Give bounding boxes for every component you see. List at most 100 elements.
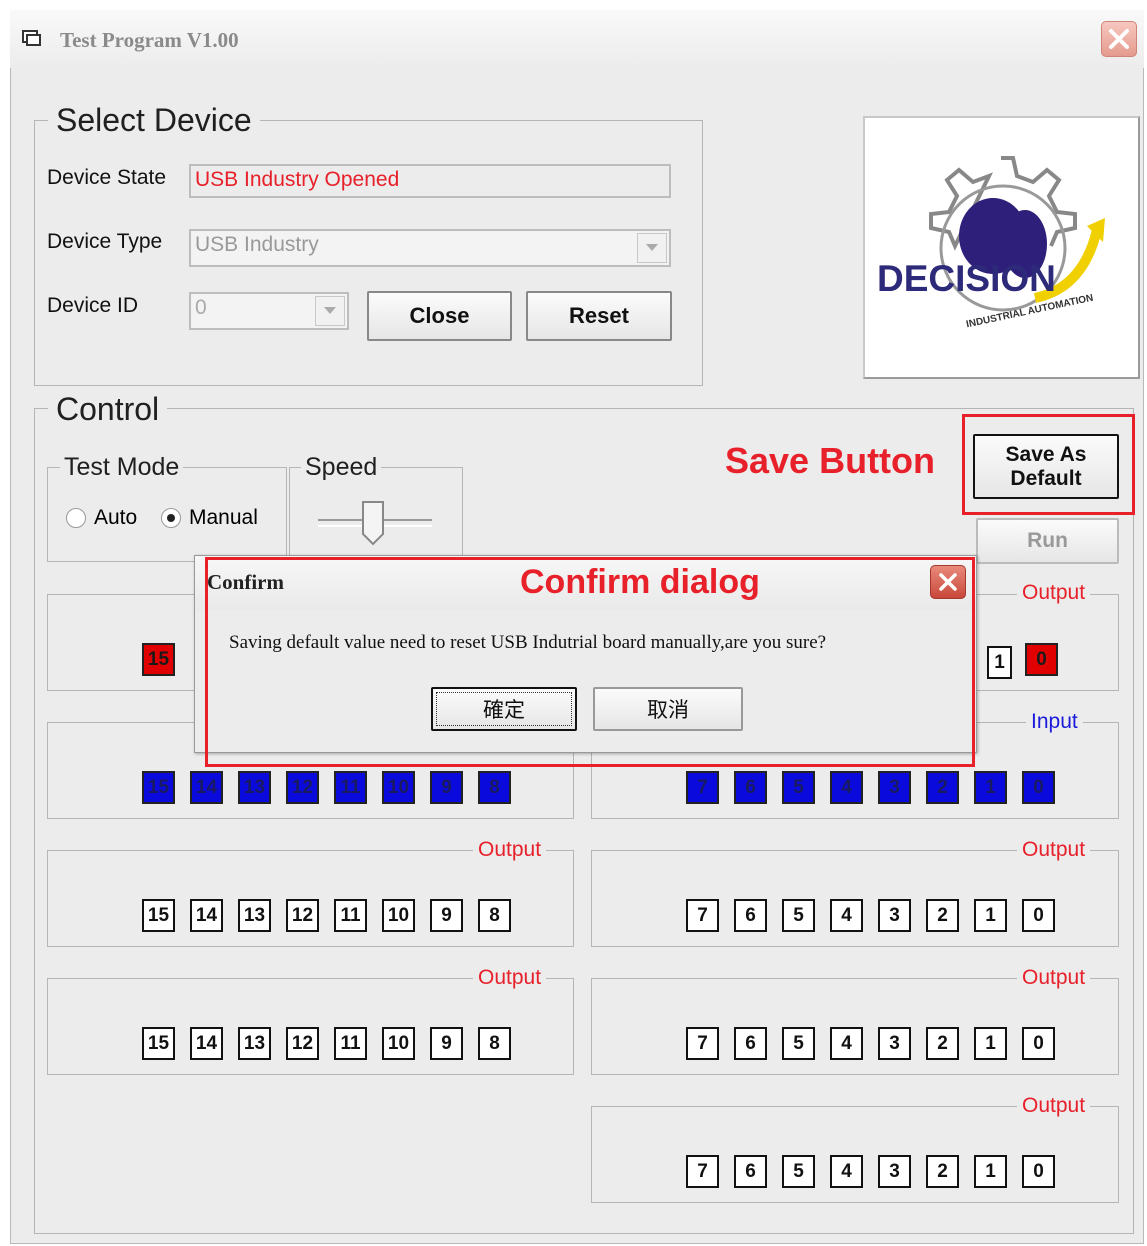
bit-10[interactable]: 10 [382,771,415,804]
device-type-label: Device Type [47,230,163,253]
device-id-label: Device ID [47,294,139,317]
close-button[interactable]: Close [367,291,512,341]
bit-5[interactable]: 5 [782,1027,815,1060]
device-type-select[interactable]: USB Industry [189,229,671,267]
reset-button[interactable]: Reset [526,291,672,341]
save-as-default-button[interactable]: Save As Default [973,434,1119,499]
bit-3[interactable]: 3 [878,1155,911,1188]
bit-13[interactable]: 13 [238,899,271,932]
company-logo: DECISION INDUSTRIAL AUTOMATION [863,116,1140,379]
logo-text: DECISION [877,258,1056,299]
bit-12[interactable]: 12 [286,899,319,932]
bit-15[interactable]: 15 [142,1027,175,1060]
bit-14[interactable]: 14 [190,771,223,804]
bit-5[interactable]: 5 [782,771,815,804]
control-legend: Control [48,393,168,425]
device-id-dropdown-button[interactable] [315,296,345,326]
bit-0[interactable]: 0 [1022,1155,1055,1188]
run-button[interactable]: Run [976,518,1119,564]
window-close-button[interactable] [1101,21,1137,57]
output-label: Output [1017,581,1091,605]
bit-11[interactable]: 11 [334,1027,367,1060]
radio-checked-icon [161,508,181,528]
bit-1[interactable]: 1 [974,899,1007,932]
device-state-field: USB Industry Opened [189,164,671,198]
speed-legend: Speed [301,455,382,480]
bit-11[interactable]: 11 [334,771,367,804]
window-title: Test Program V1.00 [60,28,239,52]
bit-13[interactable]: 13 [238,771,271,804]
manual-radio[interactable]: Manual [161,506,258,530]
bit-1[interactable]: 1 [974,1027,1007,1060]
bit-7[interactable]: 7 [686,899,719,932]
input-bits-high: 15 14 13 12 11 10 9 8 [142,771,511,804]
bit-1[interactable]: 1 [987,646,1012,679]
bit-2[interactable]: 2 [926,771,959,804]
bit-6[interactable]: 6 [734,899,767,932]
input-label: Input [1026,710,1083,734]
output-label: Output [473,838,547,862]
bit-6[interactable]: 6 [734,1155,767,1188]
output-bits-low-3: 7 6 5 4 3 2 1 0 [686,1027,1055,1060]
bit-9[interactable]: 9 [430,899,463,932]
bit-0[interactable]: 0 [1022,771,1055,804]
bit-9[interactable]: 9 [430,1027,463,1060]
output-bits-high-3: 15 14 13 12 11 10 9 8 [142,1027,511,1060]
chevron-down-icon [324,307,336,314]
bit-4[interactable]: 4 [830,899,863,932]
bit-6[interactable]: 6 [734,771,767,804]
device-id-value: 0 [195,296,207,319]
bit-4[interactable]: 4 [830,1155,863,1188]
device-type-dropdown-button[interactable] [637,233,667,263]
bit-15[interactable]: 15 [142,899,175,932]
bit-2[interactable]: 2 [926,1155,959,1188]
bit-3[interactable]: 3 [878,1027,911,1060]
bit-15[interactable]: 15 [142,771,175,804]
bit-7[interactable]: 7 [686,1027,719,1060]
test-mode-legend: Test Mode [60,455,184,480]
bit-4[interactable]: 4 [830,1027,863,1060]
bit-7[interactable]: 7 [686,1155,719,1188]
output-bits-low-2: 7 6 5 4 3 2 1 0 [686,899,1055,932]
bit-1[interactable]: 1 [974,771,1007,804]
bit-2[interactable]: 2 [926,1027,959,1060]
confirm-dialog-annotation: Confirm dialog [520,563,760,601]
bit-0[interactable]: 0 [1022,899,1055,932]
bit-8[interactable]: 8 [478,1027,511,1060]
bit-3[interactable]: 3 [878,771,911,804]
bit-10[interactable]: 10 [382,899,415,932]
bit-2[interactable]: 2 [926,899,959,932]
bit-0[interactable]: 0 [1022,1027,1055,1060]
manual-label: Manual [189,506,258,529]
bit-3[interactable]: 3 [878,899,911,932]
bit-4[interactable]: 4 [830,771,863,804]
auto-radio[interactable]: Auto [66,506,137,530]
bit-6[interactable]: 6 [734,1027,767,1060]
bit-7[interactable]: 7 [686,771,719,804]
bit-9[interactable]: 9 [430,771,463,804]
bit-14[interactable]: 14 [190,899,223,932]
bit-12[interactable]: 12 [286,1027,319,1060]
bit-15[interactable]: 15 [142,643,175,676]
bit-12[interactable]: 12 [286,771,319,804]
bit-5[interactable]: 5 [782,899,815,932]
gear-globe-logo-icon [929,156,1105,312]
bit-11[interactable]: 11 [334,899,367,932]
output-label: Output [1017,838,1091,862]
output-label: Output [1017,966,1091,990]
close-icon [1109,29,1129,49]
device-state-label: Device State [47,166,167,189]
save-button-annotation: Save Button [725,440,936,481]
device-type-value: USB Industry [195,233,319,256]
bit-0[interactable]: 0 [1025,643,1058,676]
bit-14[interactable]: 14 [190,1027,223,1060]
bit-8[interactable]: 8 [478,771,511,804]
bit-8[interactable]: 8 [478,899,511,932]
bit-5[interactable]: 5 [782,1155,815,1188]
speed-slider-thumb[interactable] [361,500,385,546]
bit-1[interactable]: 1 [974,1155,1007,1188]
radio-unchecked-icon [66,508,86,528]
bit-10[interactable]: 10 [382,1027,415,1060]
bit-13[interactable]: 13 [238,1027,271,1060]
chevron-down-icon [646,244,658,251]
